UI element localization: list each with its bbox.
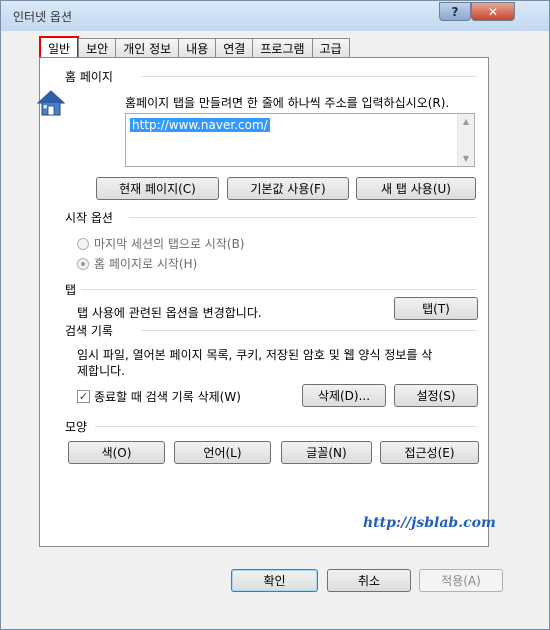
tabs-section-label: 탭: [65, 283, 77, 297]
start-last-session-label: 마지막 세션의 탭으로 시작(B): [94, 237, 245, 251]
fonts-button[interactable]: 글꼴(N): [281, 441, 372, 464]
window-title: 인터넷 옵션: [13, 10, 73, 24]
use-current-button[interactable]: 현재 페이지(C): [96, 177, 219, 200]
delete-on-exit-checkbox[interactable]: ✓ 종료할 때 검색 기록 삭제(W): [77, 388, 241, 405]
startup-divider: [129, 217, 477, 218]
home-page-section-label: 홈 페이지: [65, 70, 113, 84]
ok-button[interactable]: 확인: [231, 569, 318, 592]
title-bar[interactable]: 인터넷 옵션 ? ✕: [1, 1, 549, 31]
scroll-down-icon[interactable]: ▼: [458, 154, 474, 163]
browsing-history-description-line1: 임시 파일, 열어본 페이지 목록, 쿠키, 저장된 암호 및 웹 양식 정보를…: [77, 348, 433, 362]
use-new-tab-button[interactable]: 새 탭 사용(U): [356, 177, 476, 200]
tab-privacy[interactable]: 개인 정보: [115, 38, 180, 58]
help-button[interactable]: ?: [439, 2, 471, 21]
home-page-url-text: http://www.naver.com/: [130, 118, 270, 132]
tabs-description: 탭 사용에 관련된 옵션을 변경합니다.: [77, 306, 262, 320]
apply-button[interactable]: 적용(A): [419, 569, 503, 592]
tab-general[interactable]: 일반: [39, 36, 80, 58]
colors-button[interactable]: 색(O): [68, 441, 165, 464]
startup-section-label: 시작 옵션: [65, 211, 113, 225]
browsing-history-divider: [141, 330, 477, 331]
browsing-history-description-line2: 제합니다.: [77, 364, 125, 378]
tab-programs[interactable]: 프로그램: [252, 38, 313, 58]
tabs-settings-button[interactable]: 탭(T): [394, 297, 478, 320]
browsing-history-section-label: 검색 기록: [65, 324, 113, 338]
delete-on-exit-label: 종료할 때 검색 기록 삭제(W): [94, 390, 241, 404]
start-home-page-radio[interactable]: 홈 페이지로 시작(H): [77, 255, 197, 272]
tab-content[interactable]: 내용: [178, 38, 217, 58]
radio-button-icon: [77, 237, 89, 250]
history-settings-button[interactable]: 설정(S): [394, 384, 478, 407]
home-icon: [36, 90, 66, 116]
tab-advanced[interactable]: 고급: [311, 38, 350, 58]
url-scrollbar[interactable]: ▲ ▼: [457, 114, 474, 166]
tab-connections[interactable]: 연결: [215, 38, 254, 58]
tab-strip: 일반 보안 개인 정보 내용 연결 프로그램 고급: [39, 36, 350, 58]
appearance-divider: [95, 426, 477, 427]
home-page-divider: [141, 76, 477, 77]
checkmark-icon: ✓: [77, 390, 90, 403]
radio-button-selected-icon: [77, 257, 89, 270]
start-last-session-radio[interactable]: 마지막 세션의 탭으로 시작(B): [77, 235, 244, 252]
home-page-hint: 홈페이지 탭을 만들려면 한 줄에 하나씩 주소를 입력하십시오(R).: [125, 96, 450, 110]
cancel-button[interactable]: 취소: [327, 569, 411, 592]
tabs-divider: [81, 289, 477, 290]
home-page-url-textarea[interactable]: http://www.naver.com/ ▲ ▼: [125, 113, 475, 167]
languages-button[interactable]: 언어(L): [174, 441, 271, 464]
appearance-section-label: 모양: [65, 420, 88, 434]
delete-history-button[interactable]: 삭제(D)...: [302, 384, 386, 407]
use-default-button[interactable]: 기본값 사용(F): [227, 177, 349, 200]
start-home-page-label: 홈 페이지로 시작(H): [94, 257, 198, 271]
tab-security[interactable]: 보안: [78, 38, 117, 58]
watermark-text: http://jsblab.com: [363, 515, 496, 531]
scroll-up-icon[interactable]: ▲: [458, 117, 474, 126]
accessibility-button[interactable]: 접근성(E): [380, 441, 479, 464]
internet-options-window: 인터넷 옵션 ? ✕ 일반 보안 개인 정보 내용 연결 프로그램 고급 홈 페…: [0, 0, 550, 630]
close-button[interactable]: ✕: [471, 2, 515, 21]
